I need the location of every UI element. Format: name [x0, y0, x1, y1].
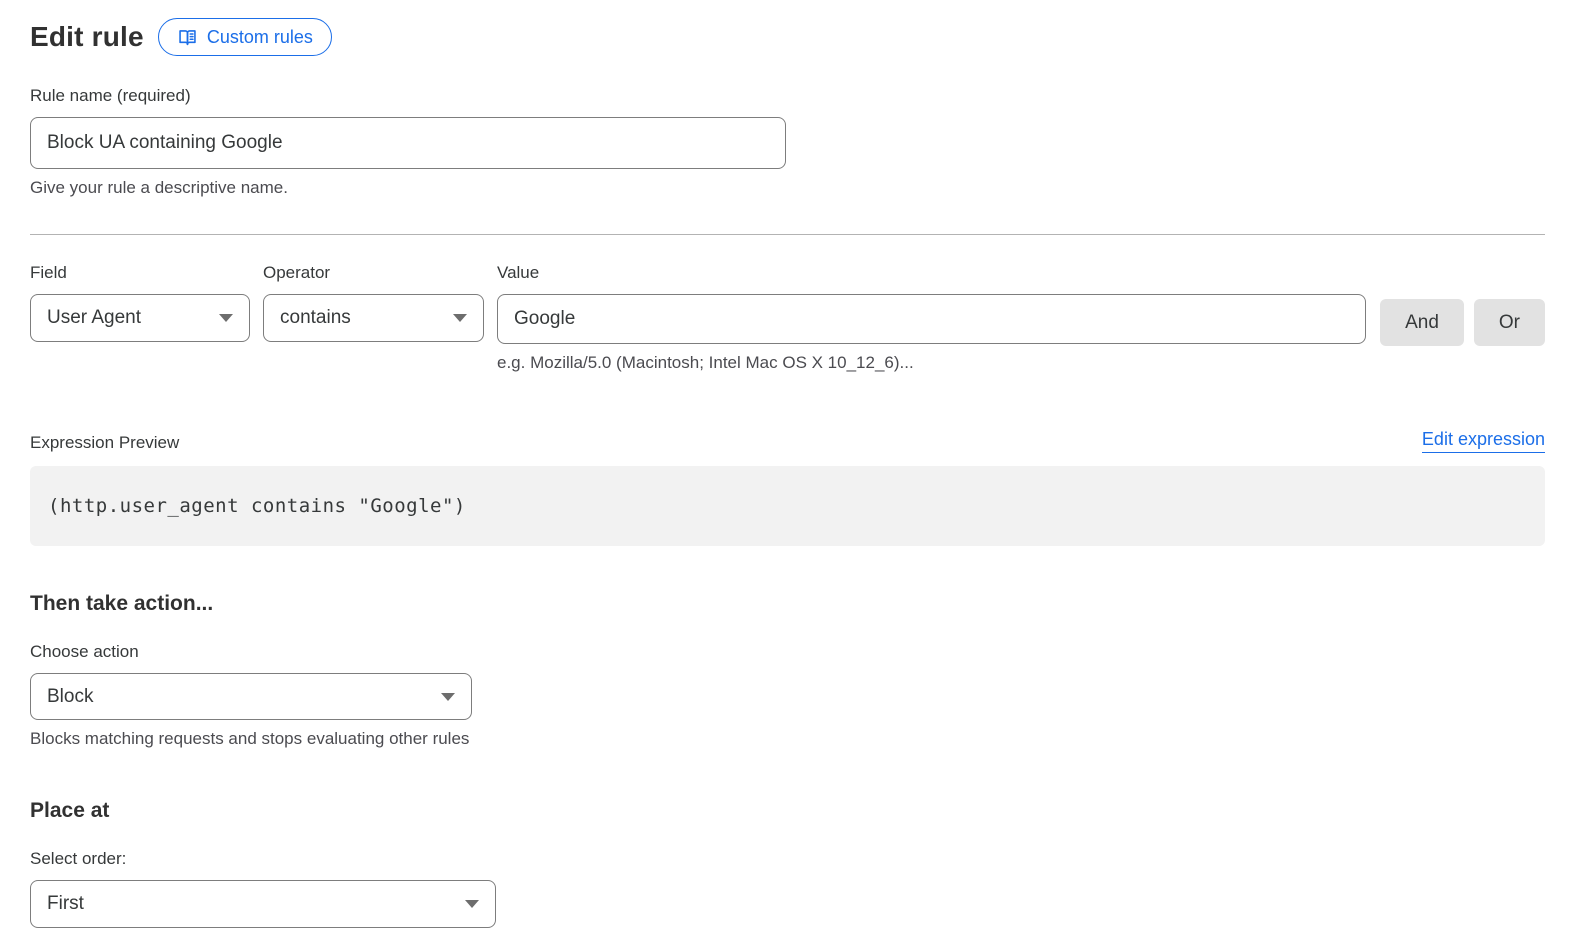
section-divider [30, 234, 1545, 235]
and-button[interactable]: And [1380, 299, 1464, 346]
field-column: Field User Agent [30, 263, 250, 342]
value-helper: e.g. Mozilla/5.0 (Macintosh; Intel Mac O… [497, 353, 1366, 373]
book-icon [177, 27, 198, 48]
operator-select-value: contains [280, 307, 351, 329]
edit-expression-link[interactable]: Edit expression [1422, 429, 1545, 453]
rule-name-helper: Give your rule a descriptive name. [30, 178, 1545, 198]
rule-name-input[interactable] [30, 117, 786, 169]
caret-down-icon [219, 314, 233, 322]
caret-down-icon [465, 900, 479, 908]
or-button[interactable]: Or [1474, 299, 1545, 346]
action-select[interactable]: Block [30, 673, 472, 720]
choose-action-label: Choose action [30, 642, 1545, 662]
select-order-label: Select order: [30, 849, 1545, 869]
expression-preview-label: Expression Preview [30, 433, 179, 453]
value-label: Value [497, 263, 1366, 283]
custom-rules-docs-label: Custom rules [207, 27, 313, 48]
expression-header: Expression Preview Edit expression [30, 429, 1545, 453]
condition-row: Field User Agent Operator contains Value… [30, 263, 1545, 373]
order-select-value: First [47, 893, 84, 915]
field-select[interactable]: User Agent [30, 294, 250, 342]
field-label: Field [30, 263, 250, 283]
placement-section: Place at Select order: First [30, 799, 1545, 928]
rule-name-section: Rule name (required) Give your rule a de… [30, 86, 1545, 198]
action-helper: Blocks matching requests and stops evalu… [30, 729, 1545, 749]
place-at-heading: Place at [30, 799, 1545, 823]
rule-name-label: Rule name (required) [30, 86, 1545, 106]
caret-down-icon [453, 314, 467, 322]
action-heading: Then take action... [30, 592, 1545, 616]
operator-column: Operator contains [263, 263, 484, 342]
page-header: Edit rule Custom rules [30, 18, 1545, 56]
edit-rule-page: Edit rule Custom rules Rule name (requir… [0, 0, 1587, 952]
field-select-value: User Agent [47, 307, 141, 329]
action-select-value: Block [47, 686, 93, 708]
action-section: Then take action... Choose action Block … [30, 592, 1545, 749]
custom-rules-docs-button[interactable]: Custom rules [158, 18, 332, 56]
operator-label: Operator [263, 263, 484, 283]
value-input[interactable] [497, 294, 1366, 344]
page-title: Edit rule [30, 21, 144, 53]
logic-buttons: And Or [1380, 263, 1545, 346]
order-select[interactable]: First [30, 880, 496, 928]
value-column: Value e.g. Mozilla/5.0 (Macintosh; Intel… [497, 263, 1366, 373]
expression-preview-code: (http.user_agent contains "Google") [30, 466, 1545, 546]
operator-select[interactable]: contains [263, 294, 484, 342]
caret-down-icon [441, 693, 455, 701]
